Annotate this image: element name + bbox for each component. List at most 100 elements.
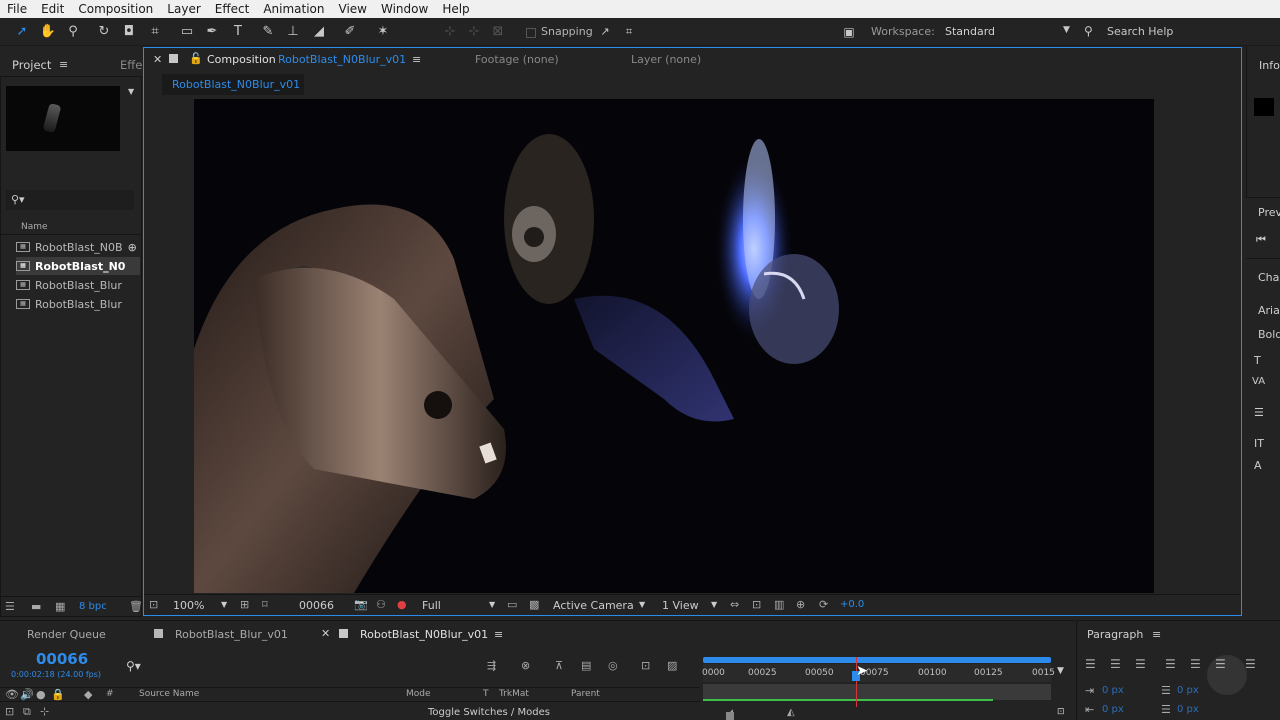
project-tab[interactable]: Project (12, 58, 51, 72)
pan-behind-tool-icon[interactable]: ⌗ (146, 23, 164, 41)
mask-visibility-icon[interactable]: ⌑ (262, 598, 268, 612)
close-icon[interactable]: ✕ (153, 53, 162, 66)
reset-exposure-icon[interactable]: ⟳ (819, 598, 828, 612)
new-folder-icon[interactable]: ▬ (31, 600, 41, 614)
motion-blur-icon[interactable]: ◎ (608, 659, 618, 673)
trash-icon[interactable]: 🗑 (129, 600, 143, 614)
rotate-tool-icon[interactable]: ↻ (95, 23, 113, 41)
preview-tab[interactable]: Prev (1258, 206, 1280, 219)
timeline-current-time[interactable]: 00066 (36, 650, 88, 668)
puppet-pin-tool-icon[interactable]: ✶ (374, 23, 392, 41)
paragraph-tab[interactable]: Paragraph (1087, 628, 1143, 641)
view-layout-dropdown-icon[interactable]: ▼ (711, 600, 717, 609)
font-style-select[interactable]: Bold (1258, 328, 1280, 341)
paragraph-menu-icon[interactable]: ≡ (1152, 628, 1161, 641)
graph-editor-icon[interactable]: ⊡ (641, 659, 650, 673)
selection-tool-icon[interactable]: ➚ (13, 23, 31, 41)
magnification-select[interactable]: 100% (173, 599, 204, 612)
composition-viewer[interactable] (194, 99, 1154, 593)
pen-tool-icon[interactable]: ✒ (203, 23, 221, 41)
bit-depth-button[interactable]: 8 bpc (79, 601, 107, 612)
camera-view-dropdown-icon[interactable]: ▼ (639, 600, 645, 609)
type-tool-icon[interactable]: T (229, 23, 247, 41)
snap-feature-icon[interactable]: ⌗ (620, 23, 638, 41)
new-composition-icon[interactable]: ▦ (55, 600, 65, 614)
parent-header[interactable]: Parent (571, 689, 600, 699)
footage-tab[interactable]: Footage (none) (475, 53, 559, 66)
composition-tab-label[interactable]: Composition (207, 53, 276, 66)
local-axis-icon[interactable]: ⊹ (441, 23, 459, 41)
resolution-select[interactable]: Full (422, 599, 441, 612)
render-queue-tab[interactable]: Render Queue (27, 628, 106, 641)
comp-button-icon[interactable]: ▼ (1057, 666, 1064, 676)
exposure-value[interactable]: +0.0 (840, 599, 864, 610)
current-time-display[interactable]: 00066 (299, 599, 334, 612)
justify-center-icon[interactable]: ☰ (1190, 657, 1201, 671)
grid-icon[interactable]: ⊞ (240, 598, 249, 612)
indent-right-value[interactable]: 0 px (1177, 685, 1199, 696)
camera-tool-icon[interactable]: ◘ (120, 23, 138, 41)
roto-brush-tool-icon[interactable]: ✐ (341, 23, 359, 41)
name-column-header[interactable]: Name (21, 222, 48, 232)
audio-icon[interactable]: 🔊 (20, 688, 34, 702)
search-help-input[interactable]: Search Help (1107, 25, 1173, 38)
snapshot-camera-icon[interactable]: 📷 (354, 598, 368, 612)
channel-rgb-icon[interactable]: ● (397, 598, 407, 612)
camera-view-select[interactable]: Active Camera (553, 599, 634, 612)
justify-all-icon[interactable]: ☰ (1245, 657, 1256, 671)
menu-edit[interactable]: Edit (41, 2, 64, 16)
expand-transfer-controls-icon[interactable]: ⧉ (23, 705, 31, 719)
label-icon[interactable]: ◆ (84, 688, 92, 702)
rectangle-tool-icon[interactable]: ▭ (178, 23, 196, 41)
menu-window[interactable]: Window (381, 2, 428, 16)
zoom-in-icon[interactable]: ◭ (787, 707, 795, 718)
timeline-icon[interactable]: ▥ (774, 598, 784, 612)
always-preview-icon[interactable]: ⊡ (149, 598, 158, 612)
clone-stamp-tool-icon[interactable]: ⊥ (284, 23, 302, 41)
video-visibility-icon[interactable]: 👁 (5, 688, 19, 702)
world-axis-icon[interactable]: ⊹ (465, 23, 483, 41)
composition-tab-name[interactable]: RobotBlast_N0Blur_v01 (278, 53, 406, 66)
indent-left-value[interactable]: 0 px (1102, 685, 1124, 696)
effects-tab[interactable]: Effe (120, 58, 142, 72)
flowchart-view-icon[interactable]: ⊕ (796, 598, 805, 612)
align-center-icon[interactable]: ☰ (1110, 657, 1121, 671)
align-right-icon[interactable]: ☰ (1135, 657, 1146, 671)
menu-composition[interactable]: Composition (78, 2, 153, 16)
lock-column-icon[interactable]: 🔒 (51, 688, 65, 702)
view-layout-select[interactable]: 1 View (662, 599, 699, 612)
timeline-graph-icon[interactable]: ▨ (667, 659, 677, 673)
source-name-header[interactable]: Source Name (139, 689, 199, 699)
work-area-bar[interactable] (703, 657, 1051, 663)
composition-menu-icon[interactable]: ≡ (412, 53, 421, 66)
brush-tool-icon[interactable]: ✎ (259, 23, 277, 41)
composition-mini-flowchart-icon[interactable]: ⇶ (487, 659, 496, 673)
thumbnail-dropdown-icon[interactable]: ▼ (128, 87, 134, 96)
comp-marker-icon[interactable]: ⊡ (1057, 707, 1065, 717)
menu-effect[interactable]: Effect (215, 2, 250, 16)
first-frame-icon[interactable]: ⏮ (1256, 233, 1266, 247)
timeline-tab-blur[interactable]: RobotBlast_Blur_v01 (175, 628, 288, 641)
menu-file[interactable]: File (7, 2, 27, 16)
justify-left-icon[interactable]: ☰ (1165, 657, 1176, 671)
hand-tool-icon[interactable]: ✋ (39, 23, 57, 41)
lock-icon[interactable]: 🔓 (189, 52, 203, 65)
timeline-menu-icon[interactable]: ≡ (494, 628, 503, 641)
menu-layer[interactable]: Layer (167, 2, 200, 16)
project-item[interactable]: ▦ RobotBlast_N0B ⊕ (16, 238, 140, 256)
project-item[interactable]: ▦ RobotBlast_Blur (16, 276, 140, 294)
expand-layer-switches-icon[interactable]: ⊡ (5, 705, 14, 719)
align-left-icon[interactable]: ☰ (1085, 657, 1096, 671)
project-menu-icon[interactable]: ≡ (59, 58, 68, 71)
eraser-tool-icon[interactable]: ◢ (310, 23, 328, 41)
solo-icon[interactable]: ● (36, 688, 46, 702)
menu-help[interactable]: Help (442, 2, 469, 16)
frame-blending-icon[interactable]: ▤ (581, 659, 591, 673)
transparency-grid-icon[interactable]: ▩ (529, 598, 539, 612)
snap-edge-icon[interactable]: ↗ (596, 23, 614, 41)
hide-shy-layers-icon[interactable]: ⊼ (555, 659, 563, 673)
interpret-footage-icon[interactable]: ☰ (5, 600, 15, 614)
comp-navigator-tab[interactable]: RobotBlast_N0Blur_v01 (162, 74, 304, 95)
region-of-interest-icon[interactable]: ▭ (507, 598, 517, 612)
workspace-dropdown-icon[interactable]: ▼ (1063, 25, 1070, 35)
